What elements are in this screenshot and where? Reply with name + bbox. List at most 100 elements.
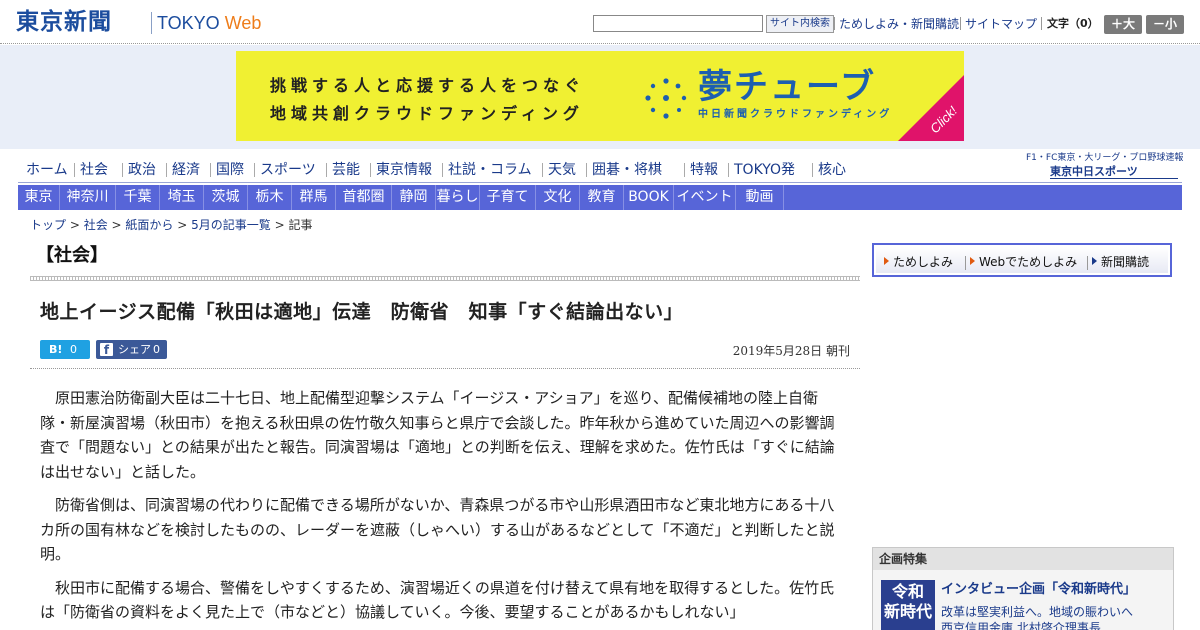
breadcrumb-link[interactable]: 5月の記事一覧 bbox=[191, 218, 271, 232]
header-divider bbox=[834, 17, 835, 30]
nav-divider bbox=[210, 163, 211, 177]
nav-item[interactable]: 東京情報 bbox=[376, 161, 432, 179]
site-search-button[interactable]: サイト内検索 bbox=[766, 15, 834, 33]
nav-divider bbox=[122, 163, 123, 177]
section-title: 【社会】 bbox=[36, 245, 108, 266]
sitemap-link[interactable]: サイトマップ bbox=[965, 16, 1037, 32]
web-trial-read-link[interactable]: Webでためしよみ bbox=[970, 254, 1077, 270]
feature-title[interactable]: インタビュー企画「令和新時代」 bbox=[941, 581, 1136, 599]
sports-tagline[interactable]: F1・FC東京・大リーグ・プロ野球速報 bbox=[1026, 153, 1183, 164]
feature-description[interactable]: 西京信用金庫 北村啓介理事長 bbox=[941, 620, 1101, 630]
trial-read-link[interactable]: ためしよみ bbox=[884, 254, 953, 270]
web-trial-read-label: Webでためしよみ bbox=[979, 255, 1078, 269]
facebook-share-button[interactable]: f シェア 0 bbox=[96, 340, 167, 359]
font-size-label: 文字（0） bbox=[1047, 17, 1099, 30]
regional-nav-item[interactable]: イベント bbox=[674, 185, 736, 210]
regional-nav-item[interactable]: 埼玉 bbox=[160, 185, 204, 210]
regional-nav-item[interactable]: 動画 bbox=[736, 185, 784, 210]
arrow-right-icon bbox=[884, 257, 889, 265]
article-paragraph: 原田憲治防衛副大臣は二十七日、地上配備型迎撃システム「イージス・アショア」を巡り… bbox=[40, 389, 835, 481]
site-header: 東京新聞 TOKYO Web サイト内検索 ためしよみ・新聞購読 サイトマップ … bbox=[0, 0, 1200, 44]
arrow-right-icon bbox=[1092, 257, 1097, 265]
regional-nav: 東京 神奈川 千葉 埼玉 茨城 栃木 群馬 首都圏 静岡 暮らし 子育て 文化 教育 BOOK イベント 動画 bbox=[18, 185, 1182, 210]
regional-nav-item[interactable]: 栃木 bbox=[248, 185, 292, 210]
chunichi-sports-logo[interactable]: 東京中日スポーツ bbox=[1050, 165, 1178, 179]
breadcrumb-link[interactable]: 社会 bbox=[84, 218, 108, 232]
arrow-right-icon bbox=[970, 257, 975, 265]
nav-divider bbox=[370, 163, 371, 177]
nav-item[interactable]: 政治 bbox=[128, 161, 156, 179]
feature-thumb-line2: 新時代 bbox=[883, 602, 932, 621]
nav-item[interactable]: 社説・コラム bbox=[448, 161, 532, 179]
dream-tube-dots-icon bbox=[645, 78, 687, 119]
regional-nav-item[interactable]: BOOK bbox=[624, 185, 674, 210]
article-paragraph: 防衛省側は、同演習場の代わりに配備できる場所がないか、青森県つがる市や山形県酒田… bbox=[40, 496, 835, 563]
site-logo[interactable]: 東京新聞 bbox=[16, 8, 112, 36]
tokyo-web-logo[interactable]: TOKYO Web bbox=[157, 11, 261, 35]
nav-item[interactable]: ホーム bbox=[26, 161, 68, 179]
trial-subscribe-link[interactable]: ためしよみ・新聞購読 bbox=[839, 16, 959, 32]
search-input[interactable] bbox=[593, 15, 763, 32]
feature-thumbnail[interactable]: 令和 新時代 bbox=[881, 580, 935, 630]
facebook-share-count: 0 bbox=[153, 343, 160, 356]
header-divider bbox=[960, 17, 961, 30]
nav-divider bbox=[586, 163, 587, 177]
nav-item[interactable]: 特報 bbox=[690, 161, 718, 179]
nav-item[interactable]: 国際 bbox=[216, 161, 244, 179]
regional-nav-item[interactable]: 教育 bbox=[580, 185, 624, 210]
header-divider bbox=[1041, 17, 1042, 30]
logo-web-text: Web bbox=[224, 13, 262, 33]
subscribe-label: 新聞購読 bbox=[1101, 255, 1150, 269]
nav-item[interactable]: 核心 bbox=[818, 161, 846, 179]
nav-item[interactable]: スポーツ bbox=[260, 161, 316, 179]
nav-item[interactable]: 囲碁・将棋 bbox=[592, 161, 662, 179]
nav-item[interactable]: 天気 bbox=[548, 161, 576, 179]
nav-item[interactable]: TOKYO発 bbox=[734, 161, 795, 179]
breadcrumb-separator: > bbox=[107, 218, 126, 232]
regional-nav-item[interactable]: 文化 bbox=[536, 185, 580, 210]
subscribe-box-inner: ためしよみ Webでためしよみ 新聞購読 bbox=[876, 247, 1168, 273]
nav-divider bbox=[542, 163, 543, 177]
regional-nav-item[interactable]: 首都圏 bbox=[336, 185, 392, 210]
nav-item[interactable]: 経済 bbox=[172, 161, 200, 179]
nav-divider bbox=[728, 163, 729, 177]
hatena-bookmark-button[interactable]: B! 0 bbox=[40, 340, 90, 359]
regional-nav-item[interactable]: 神奈川 bbox=[60, 185, 116, 210]
regional-nav-item[interactable]: 暮らし bbox=[436, 185, 480, 210]
breadcrumb-link[interactable]: 紙面から bbox=[125, 218, 173, 232]
ad-tagline-2: 地域共創クラウドファンディング bbox=[270, 104, 584, 123]
subscribe-link[interactable]: 新聞購読 bbox=[1092, 254, 1149, 270]
nav-item[interactable]: 社会 bbox=[80, 161, 108, 179]
subscribe-divider bbox=[1087, 256, 1088, 270]
subscribe-box: ためしよみ Webでためしよみ 新聞購読 bbox=[872, 243, 1172, 277]
regional-nav-item[interactable]: 静岡 bbox=[392, 185, 436, 210]
feature-description[interactable]: 改革は堅実利益へ。地域の賑わいへ bbox=[941, 604, 1133, 620]
subscribe-divider bbox=[965, 256, 966, 270]
article-body: 原田憲治防衛副大臣は二十七日、地上配備型迎撃システム「イージス・アショア」を巡り… bbox=[40, 386, 848, 630]
feature-heading: 企画特集 bbox=[873, 548, 1173, 570]
category-nav: ホーム 社会 政治 経済 国際 スポーツ 芸能 東京情報 社説・コラム 天気 囲碁・将棋 特報 TOKY… bbox=[18, 157, 1182, 183]
regional-nav-item[interactable]: 子育て bbox=[480, 185, 536, 210]
font-larger-button[interactable]: ＋大 bbox=[1104, 15, 1142, 34]
breadcrumb-separator: > bbox=[270, 218, 289, 232]
breadcrumb-link[interactable]: トップ bbox=[30, 218, 66, 232]
regional-nav-item[interactable]: 千葉 bbox=[116, 185, 160, 210]
nav-divider bbox=[442, 163, 443, 177]
publish-date: 2019年5月28日 朝刊 bbox=[732, 344, 850, 358]
section-divider bbox=[30, 276, 860, 281]
article-headline: 地上イージス配備「秋田は適地」伝達 防衛省 知事「すぐ結論出ない」 bbox=[40, 301, 684, 323]
ad-brand-subtitle: 中日新聞クラウドファンディング bbox=[698, 109, 893, 120]
breadcrumb-separator: > bbox=[66, 218, 84, 232]
nav-divider bbox=[684, 163, 685, 177]
breadcrumb-separator: > bbox=[173, 218, 192, 232]
facebook-icon: f bbox=[100, 343, 113, 357]
regional-nav-item[interactable]: 群馬 bbox=[292, 185, 336, 210]
regional-nav-item[interactable]: 東京 bbox=[18, 185, 60, 210]
breadcrumb-current: 記事 bbox=[288, 218, 313, 232]
crowdfunding-banner[interactable]: 挑戦する人と応援する人をつなぐ 地域共創クラウドファンディング 夢チューブ 中日… bbox=[236, 51, 964, 141]
hatena-icon: B! bbox=[49, 343, 63, 356]
regional-nav-item[interactable]: 茨城 bbox=[204, 185, 248, 210]
ad-brand-name: 夢チューブ bbox=[698, 67, 876, 107]
font-smaller-button[interactable]: －小 bbox=[1146, 15, 1184, 34]
nav-item[interactable]: 芸能 bbox=[332, 161, 360, 179]
